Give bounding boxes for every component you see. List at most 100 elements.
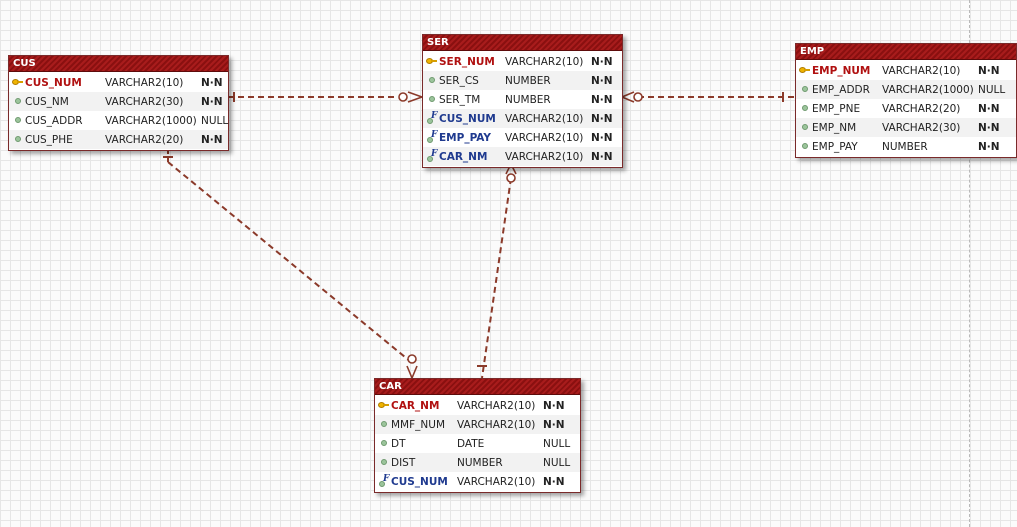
column-type: VARCHAR2(20) [882,102,961,115]
column-type: VARCHAR2(10) [457,399,536,412]
column-name: EMP_PAY [812,140,858,153]
column-type: DATE [457,437,485,450]
relationship-emp-ser[interactable] [621,91,795,103]
attribute-icon [375,453,391,472]
relationship-cus-car[interactable] [163,148,418,379]
column-nullable: N·N [591,93,613,106]
column-row[interactable]: EMP_NUM VARCHAR2(10) N·N [796,61,1016,80]
column-nullable: NULL [543,437,571,450]
column-nullable: NULL [543,456,571,469]
column-type: VARCHAR2(30) [882,121,961,134]
column-name: EMP_PAY [439,131,492,144]
column-name: SER_CS [439,74,479,87]
column-row[interactable]: EMP_PAY NUMBER N·N [796,137,1016,156]
column-row[interactable]: F EMP_PAY VARCHAR2(10) N·N [423,128,622,147]
column-row[interactable]: CUS_NM VARCHAR2(30) N·N [9,92,228,111]
column-type: VARCHAR2(10) [105,76,184,89]
attribute-icon [9,130,25,149]
column-nullable: N·N [543,399,565,412]
column-name: MMF_NUM [391,418,446,431]
column-type: VARCHAR2(1000) [882,83,974,96]
attribute-icon [9,92,25,111]
column-name: EMP_NUM [812,64,871,77]
column-nullable: N·N [543,475,565,488]
column-row[interactable]: SER_CS NUMBER N·N [423,71,622,90]
column-nullable: N·N [591,131,613,144]
column-name: CUS_PHE [25,133,73,146]
column-nullable: NULL [978,83,1006,96]
foreign-key-icon: F [375,472,391,491]
entity-title: EMP [796,44,1016,60]
column-nullable: N·N [591,55,613,68]
column-name: SER_TM [439,93,481,106]
column-nullable: NULL [201,114,229,127]
column-row[interactable]: CUS_ADDR VARCHAR2(1000) NULL [9,111,228,130]
column-type: VARCHAR2(10) [505,55,584,68]
primary-key-icon [375,396,391,415]
column-nullable: N·N [591,74,613,87]
column-type: VARCHAR2(10) [457,475,536,488]
entity-car[interactable]: CAR CAR_NM VARCHAR2(10) N·N MMF_NUM VARCHAR2… [374,378,581,493]
column-row[interactable]: F CUS_NUM VARCHAR2(10) N·N [423,109,622,128]
primary-key-icon [9,73,25,92]
column-type: VARCHAR2(10) [457,418,536,431]
column-nullable: N·N [591,112,613,125]
attribute-icon [796,118,812,137]
column-type: NUMBER [505,74,551,87]
entity-ser[interactable]: SER SER_NUM VARCHAR2(10) N·N SER_CS NUMBER N·… [422,34,623,168]
column-name: EMP_PNE [812,102,861,115]
attribute-icon [423,71,439,90]
column-name: DT [391,437,406,450]
column-nullable: N·N [201,95,223,108]
column-name: EMP_NM [812,121,857,134]
column-type: VARCHAR2(10) [882,64,961,77]
column-type: NUMBER [457,456,503,469]
column-nullable: N·N [978,102,1000,115]
relationship-cus-ser[interactable] [228,91,423,103]
attribute-icon [375,434,391,453]
column-name: CUS_NM [25,95,69,108]
foreign-key-icon: F [423,109,439,128]
attribute-icon [796,99,812,118]
column-name: EMP_ADDR [812,83,870,96]
entity-title: CAR [375,379,580,395]
entity-cus[interactable]: CUS CUS_NUM VARCHAR2(10) N·N CUS_NM VARCHAR2… [8,55,229,151]
column-name: CAR_NM [391,399,440,412]
column-type: NUMBER [505,93,551,106]
column-row[interactable]: DIST NUMBER NULL [375,453,580,472]
column-name: CUS_ADDR [25,114,83,127]
column-row[interactable]: F CAR_NM VARCHAR2(10) N·N [423,147,622,166]
foreign-key-icon: F [423,147,439,166]
column-list: CAR_NM VARCHAR2(10) N·N MMF_NUM VARCHAR2(10)… [375,395,580,492]
column-nullable: N·N [978,121,1000,134]
column-type: NUMBER [882,140,928,153]
column-row[interactable]: DT DATE NULL [375,434,580,453]
column-type: VARCHAR2(10) [505,150,584,163]
column-name: CUS_NUM [439,112,496,125]
column-type: VARCHAR2(1000) [105,114,197,127]
column-row[interactable]: MMF_NUM VARCHAR2(10) N·N [375,415,580,434]
column-row[interactable]: SER_NUM VARCHAR2(10) N·N [423,52,622,71]
column-type: VARCHAR2(30) [105,95,184,108]
column-nullable: N·N [201,133,223,146]
column-row[interactable]: EMP_NM VARCHAR2(30) N·N [796,118,1016,137]
attribute-icon [9,111,25,130]
column-type: VARCHAR2(10) [505,131,584,144]
entity-emp[interactable]: EMP EMP_NUM VARCHAR2(10) N·N EMP_ADDR VARCHA… [795,43,1017,158]
column-row[interactable]: SER_TM NUMBER N·N [423,90,622,109]
column-nullable: N·N [978,64,1000,77]
column-row[interactable]: CUS_PHE VARCHAR2(20) N·N [9,130,228,149]
column-row[interactable]: CAR_NM VARCHAR2(10) N·N [375,396,580,415]
column-row[interactable]: F CUS_NUM VARCHAR2(10) N·N [375,472,580,491]
column-nullable: N·N [978,140,1000,153]
relationship-car-ser[interactable] [477,163,517,379]
column-list: SER_NUM VARCHAR2(10) N·N SER_CS NUMBER N·N SER… [423,51,622,167]
column-name: DIST [391,456,416,469]
attribute-icon [375,415,391,434]
attribute-icon [796,137,812,156]
column-row[interactable]: EMP_ADDR VARCHAR2(1000) NULL [796,80,1016,99]
column-row[interactable]: CUS_NUM VARCHAR2(10) N·N [9,73,228,92]
column-list: CUS_NUM VARCHAR2(10) N·N CUS_NM VARCHAR2(30)… [9,72,228,150]
column-nullable: N·N [591,150,613,163]
column-row[interactable]: EMP_PNE VARCHAR2(20) N·N [796,99,1016,118]
